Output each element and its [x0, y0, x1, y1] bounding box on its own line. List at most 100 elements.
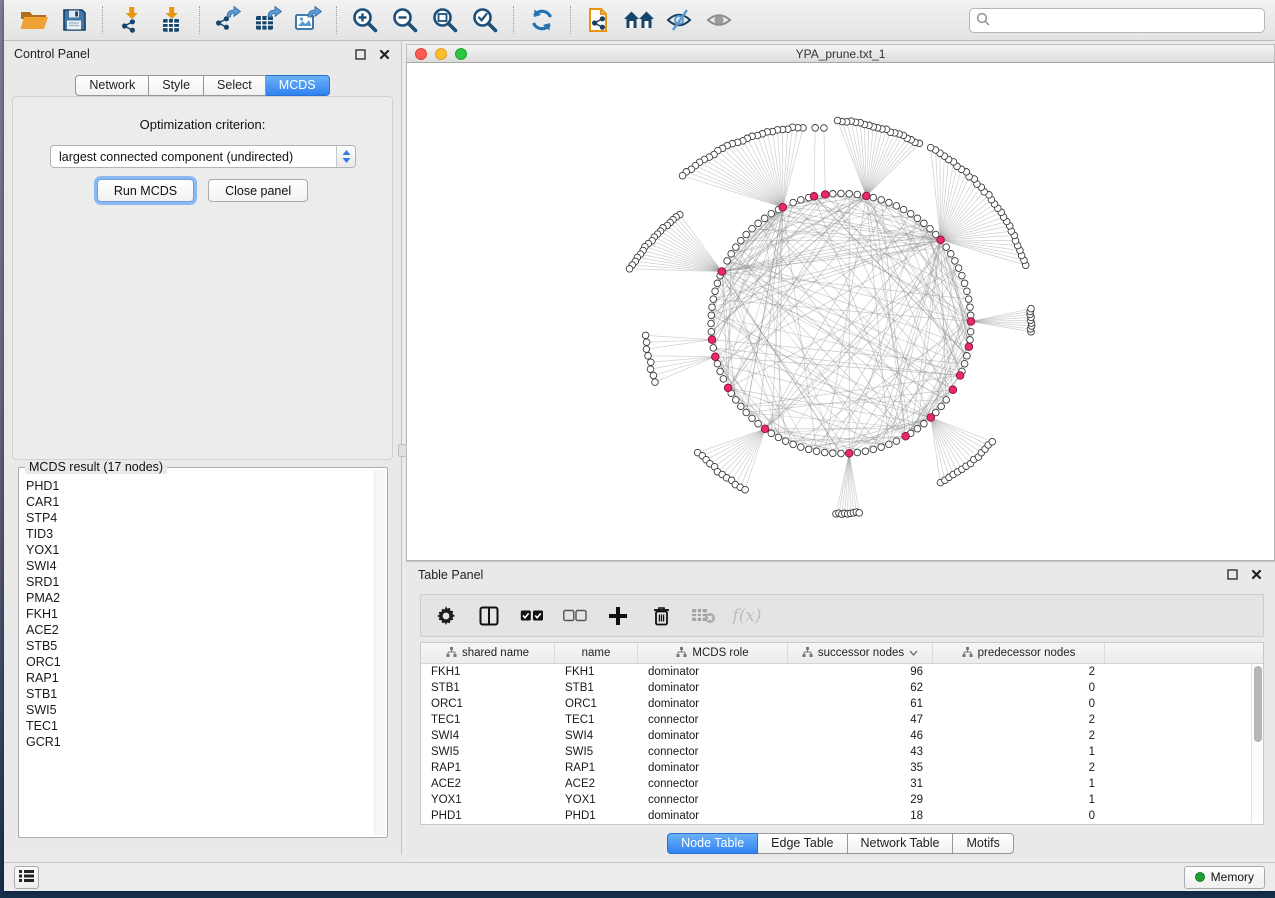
table-cell[interactable]: 61: [788, 696, 933, 712]
table-cell[interactable]: 0: [933, 696, 1105, 712]
mcds-result-item[interactable]: SWI4: [26, 558, 373, 574]
float-panel-icon[interactable]: [353, 47, 367, 61]
network-node[interactable]: [967, 304, 974, 311]
network-node[interactable]: [967, 337, 974, 344]
network-node[interactable]: [927, 225, 934, 232]
network-canvas[interactable]: [406, 63, 1275, 561]
save-icon[interactable]: [57, 5, 91, 35]
tab-motifs[interactable]: Motifs: [953, 833, 1013, 854]
table-cell[interactable]: 1: [933, 744, 1105, 760]
network-node[interactable]: [782, 438, 789, 445]
mcds-node[interactable]: [718, 268, 726, 276]
mcds-result-item[interactable]: RAP1: [26, 670, 373, 686]
mcds-node[interactable]: [708, 336, 716, 344]
splitter-grip[interactable]: [398, 444, 407, 457]
table-cell[interactable]: ORC1: [421, 696, 555, 712]
home-icon[interactable]: [622, 5, 656, 35]
mcds-result-item[interactable]: STB5: [26, 638, 373, 654]
network-node[interactable]: [821, 449, 828, 456]
mcds-node[interactable]: [956, 372, 964, 380]
column-header-successor-nodes[interactable]: successor nodes: [788, 643, 933, 663]
mcds-result-item[interactable]: TID3: [26, 526, 373, 542]
table-cell[interactable]: SWI5: [421, 744, 555, 760]
refresh-icon[interactable]: [525, 5, 559, 35]
mcds-result-item[interactable]: SWI5: [26, 702, 373, 718]
mcds-node[interactable]: [949, 386, 957, 394]
mcds-node[interactable]: [810, 193, 818, 201]
mcds-result-item[interactable]: STB1: [26, 686, 373, 702]
table-cell[interactable]: YOX1: [421, 792, 555, 808]
window-minimize-icon[interactable]: [435, 48, 447, 60]
network-node[interactable]: [886, 199, 893, 206]
mcds-result-item[interactable]: PHD1: [26, 478, 373, 494]
mcds-node[interactable]: [845, 449, 853, 457]
network-node[interactable]: [749, 415, 756, 422]
table-cell[interactable]: STB1: [555, 680, 638, 696]
network-node[interactable]: [642, 332, 649, 339]
network-node[interactable]: [652, 379, 659, 386]
table-cell[interactable]: connector: [638, 792, 788, 808]
network-node[interactable]: [838, 190, 845, 197]
network-node[interactable]: [712, 288, 719, 295]
table-cell[interactable]: STB1: [421, 680, 555, 696]
network-node[interactable]: [733, 244, 740, 251]
network-node[interactable]: [955, 265, 962, 272]
column-header-name[interactable]: name: [555, 643, 638, 663]
network-node[interactable]: [870, 194, 877, 201]
zoom-in-icon[interactable]: [348, 5, 382, 35]
network-node[interactable]: [679, 172, 686, 179]
column-header-shared-name[interactable]: shared name: [421, 643, 555, 663]
mcds-result-item[interactable]: TEC1: [26, 718, 373, 734]
task-history-button[interactable]: [14, 866, 39, 889]
table-cell[interactable]: 2: [933, 728, 1105, 744]
table-cell[interactable]: dominator: [638, 696, 788, 712]
mcds-node[interactable]: [863, 192, 871, 200]
float-table-panel-icon[interactable]: [1225, 568, 1239, 582]
network-node[interactable]: [812, 125, 819, 132]
network-node[interactable]: [943, 244, 950, 251]
network-node[interactable]: [710, 345, 717, 352]
table-cell[interactable]: SWI5: [555, 744, 638, 760]
mcds-result-list[interactable]: PHD1CAR1STP4TID3YOX1SWI4SRD1PMA2FKH1ACE2…: [26, 478, 373, 835]
table-scrollbar[interactable]: [1251, 664, 1263, 823]
table-cell[interactable]: ACE2: [421, 776, 555, 792]
network-node[interactable]: [964, 288, 971, 295]
network-node[interactable]: [768, 210, 775, 217]
zoom-selected-icon[interactable]: [468, 5, 502, 35]
close-table-panel-icon[interactable]: [1249, 568, 1263, 582]
table-cell[interactable]: dominator: [638, 808, 788, 824]
network-node[interactable]: [714, 360, 721, 367]
network-node[interactable]: [647, 366, 654, 373]
network-node[interactable]: [790, 441, 797, 448]
close-panel-button[interactable]: Close panel: [208, 179, 308, 202]
network-node[interactable]: [775, 434, 782, 441]
memory-button[interactable]: Memory: [1184, 866, 1265, 889]
table-cell[interactable]: SWI4: [421, 728, 555, 744]
network-node[interactable]: [961, 360, 968, 367]
mcds-node[interactable]: [724, 384, 732, 392]
select-all-icon[interactable]: [519, 603, 545, 629]
mcds-node[interactable]: [965, 343, 973, 351]
network-node[interactable]: [738, 403, 745, 410]
table-row[interactable]: YOX1YOX1connector291: [421, 792, 1251, 808]
network-node[interactable]: [900, 206, 907, 213]
table-row[interactable]: SWI5SWI5connector431: [421, 744, 1251, 760]
network-node[interactable]: [952, 258, 959, 265]
table-cell[interactable]: ORC1: [555, 696, 638, 712]
network-node[interactable]: [768, 430, 775, 437]
import-network-icon[interactable]: [114, 5, 148, 35]
table-row[interactable]: ACE2ACE2connector311: [421, 776, 1251, 792]
network-node[interactable]: [821, 125, 828, 132]
window-close-icon[interactable]: [415, 48, 427, 60]
network-node[interactable]: [813, 448, 820, 455]
table-cell[interactable]: 1: [933, 792, 1105, 808]
network-node[interactable]: [921, 220, 928, 227]
network-node[interactable]: [743, 409, 750, 416]
table-cell[interactable]: TEC1: [555, 712, 638, 728]
network-node[interactable]: [927, 144, 934, 151]
network-node[interactable]: [790, 199, 797, 206]
network-node[interactable]: [738, 237, 745, 244]
table-cell[interactable]: PHD1: [555, 808, 638, 824]
network-node[interactable]: [967, 328, 974, 335]
table-cell[interactable]: TEC1: [421, 712, 555, 728]
